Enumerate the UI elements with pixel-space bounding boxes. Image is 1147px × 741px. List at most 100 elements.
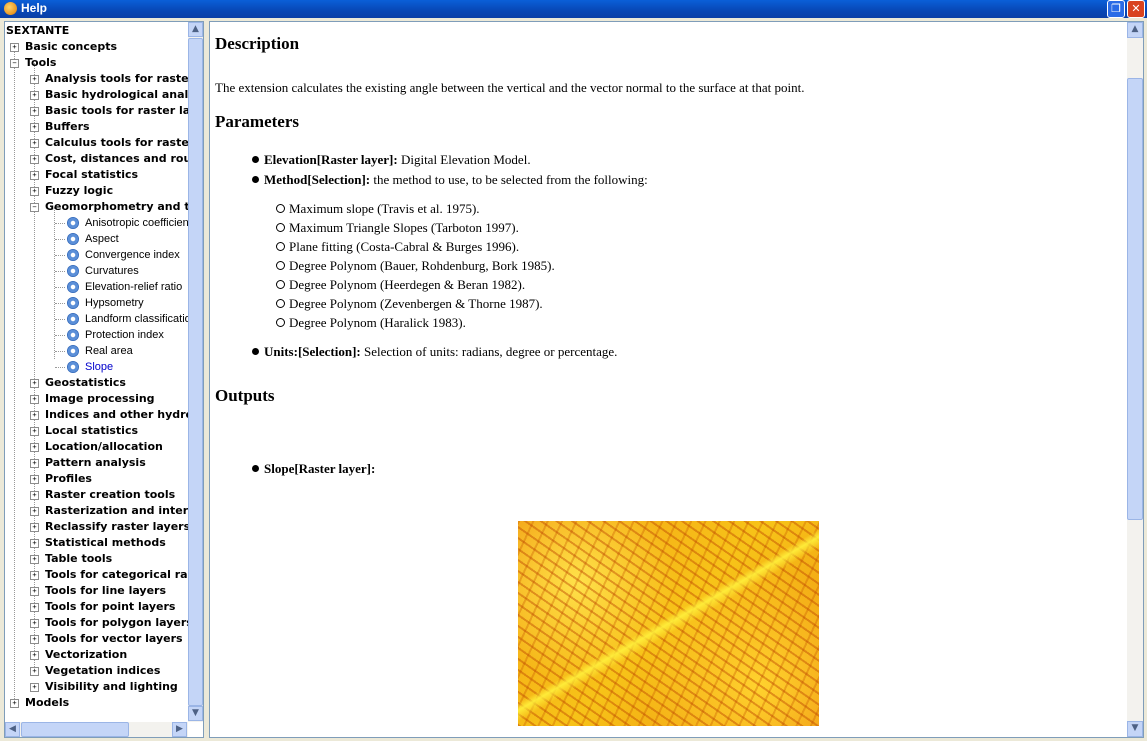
expand-icon[interactable]: + [30, 635, 39, 644]
expand-icon[interactable]: + [30, 91, 39, 100]
expand-icon[interactable]: + [30, 427, 39, 436]
tree-item-models[interactable]: Models [25, 695, 69, 711]
tree-item-tool-category[interactable]: Geomorphometry and ter [45, 199, 188, 215]
tree-item-algorithm[interactable]: Aspect [85, 231, 119, 247]
tree-item-tool-category[interactable]: Basic tools for raster laye [45, 103, 188, 119]
tree-item-tool-category[interactable]: Statistical methods [45, 535, 166, 551]
tree-scroll-right-button[interactable]: ▶ [172, 722, 187, 737]
close-button[interactable]: ✕ [1127, 0, 1145, 18]
tree-item-tool-category[interactable]: Cost, distances and route [45, 151, 188, 167]
expand-icon[interactable]: + [30, 139, 39, 148]
content-scroll-thumb[interactable] [1127, 78, 1143, 520]
expand-icon[interactable]: + [30, 555, 39, 564]
expand-icon[interactable]: + [30, 379, 39, 388]
param-name: Elevation[Raster layer]: [264, 152, 398, 167]
tree-item-tool-category[interactable]: Basic hydrological analys [45, 87, 188, 103]
tree-item-tool-category[interactable]: Focal statistics [45, 167, 138, 183]
expand-icon[interactable]: + [30, 507, 39, 516]
tree-scroll-thumb[interactable] [188, 38, 203, 706]
tree-item-algorithm[interactable]: Anisotropic coefficien [85, 215, 188, 231]
tree-item-tool-category[interactable]: Tools for vector layers [45, 631, 183, 647]
expand-icon[interactable]: + [30, 603, 39, 612]
expand-icon[interactable]: + [30, 171, 39, 180]
tree-root[interactable]: SEXTANTE [6, 23, 69, 39]
expand-icon[interactable]: + [30, 443, 39, 452]
content-scroll-up-button[interactable]: ▲ [1127, 22, 1143, 38]
expand-icon[interactable]: + [30, 619, 39, 628]
tree-item-tool-category[interactable]: Tools for categorical rast [45, 567, 188, 583]
method-option: Degree Polynom (Zevenbergen & Thorne 198… [276, 296, 543, 312]
collapse-icon[interactable]: − [30, 203, 39, 212]
tree-item-basic-concepts[interactable]: Basic concepts [25, 39, 117, 55]
tree-vertical-scrollbar[interactable]: ▲ ▼ [188, 22, 203, 722]
tree-horizontal-scrollbar[interactable]: ◀ ▶ [5, 722, 188, 737]
tree-item-algorithm[interactable]: Landform classificatio [85, 311, 188, 327]
tree-item-tools[interactable]: Tools [25, 55, 56, 71]
expand-icon[interactable]: + [30, 491, 39, 500]
tree-guide-line [55, 255, 65, 256]
tree-item-algorithm[interactable]: Hypsometry [85, 295, 144, 311]
tree-item-tool-category[interactable]: Visibility and lighting [45, 679, 178, 695]
tree-scroll-down-button[interactable]: ▼ [188, 706, 203, 721]
tree-item-tool-category[interactable]: Profiles [45, 471, 92, 487]
slope-raster-image [518, 521, 819, 726]
tree-item-slope-selected[interactable]: Slope [85, 359, 113, 375]
tree-item-tool-category[interactable]: Reclassify raster layers [45, 519, 188, 535]
tree-item-tool-category[interactable]: Vectorization [45, 647, 127, 663]
method-option: Degree Polynom (Heerdegen & Beran 1982). [276, 277, 525, 293]
expand-icon[interactable]: + [10, 43, 19, 52]
tree-item-algorithm[interactable]: Protection index [85, 327, 164, 343]
tree-item-tool-category[interactable]: Calculus tools for raster l [45, 135, 188, 151]
expand-icon[interactable]: + [30, 459, 39, 468]
expand-icon[interactable]: + [30, 75, 39, 84]
tree-item-tool-category[interactable]: Tools for point layers [45, 599, 175, 615]
expand-icon[interactable]: + [30, 667, 39, 676]
tree-item-algorithm[interactable]: Curvatures [85, 263, 139, 279]
expand-icon[interactable]: + [30, 411, 39, 420]
restore-button[interactable]: ❐ [1107, 0, 1125, 18]
tree-item-tool-category[interactable]: Buffers [45, 119, 90, 135]
tree-item-tool-category[interactable]: Indices and other hydrolo [45, 407, 188, 423]
tree-item-algorithm[interactable]: Elevation-relief ratio [85, 279, 182, 295]
tree-guide-line [55, 351, 65, 352]
expand-icon[interactable]: + [30, 523, 39, 532]
tree-item-tool-category[interactable]: Image processing [45, 391, 155, 407]
tree-item-algorithm[interactable]: Real area [85, 343, 133, 359]
expand-icon[interactable]: + [30, 587, 39, 596]
tree-item-tool-category[interactable]: Location/allocation [45, 439, 163, 455]
tree-item-tool-category[interactable]: Fuzzy logic [45, 183, 113, 199]
content-scroll-down-button[interactable]: ▼ [1127, 721, 1143, 737]
expand-icon[interactable]: + [10, 699, 19, 708]
content-vertical-scrollbar[interactable]: ▲ ▼ [1127, 22, 1143, 737]
tree-item-tool-category[interactable]: Analysis tools for raster l [45, 71, 188, 87]
tree-guide-line [55, 271, 65, 272]
tree-item-tool-category[interactable]: Vegetation indices [45, 663, 160, 679]
param-name: Units:[Selection]: [264, 344, 361, 359]
tree-hscroll-thumb[interactable] [21, 722, 129, 737]
expand-icon[interactable]: + [30, 107, 39, 116]
collapse-icon[interactable]: − [10, 59, 19, 68]
expand-icon[interactable]: + [30, 539, 39, 548]
tree-item-tool-category[interactable]: Tools for polygon layers [45, 615, 188, 631]
tree-scroll-left-button[interactable]: ◀ [5, 722, 20, 737]
expand-icon[interactable]: + [30, 155, 39, 164]
expand-icon[interactable]: + [30, 395, 39, 404]
tree-item-algorithm[interactable]: Convergence index [85, 247, 180, 263]
expand-icon[interactable]: + [30, 571, 39, 580]
tree-guide-line [55, 319, 65, 320]
gear-icon [67, 249, 79, 261]
tree-item-tool-category[interactable]: Pattern analysis [45, 455, 146, 471]
expand-icon[interactable]: + [30, 123, 39, 132]
tree-item-tool-category[interactable]: Local statistics [45, 423, 138, 439]
tree-scroll-up-button[interactable]: ▲ [188, 22, 203, 37]
tree-item-tool-category[interactable]: Table tools [45, 551, 112, 567]
tree-item-tool-category[interactable]: Geostatistics [45, 375, 126, 391]
expand-icon[interactable]: + [30, 651, 39, 660]
expand-icon[interactable]: + [30, 683, 39, 692]
expand-icon[interactable]: + [30, 187, 39, 196]
tree-item-tool-category[interactable]: Rasterization and interpo [45, 503, 188, 519]
expand-icon[interactable]: + [30, 475, 39, 484]
tree-item-tool-category[interactable]: Raster creation tools [45, 487, 175, 503]
gear-icon [67, 265, 79, 277]
tree-item-tool-category[interactable]: Tools for line layers [45, 583, 166, 599]
